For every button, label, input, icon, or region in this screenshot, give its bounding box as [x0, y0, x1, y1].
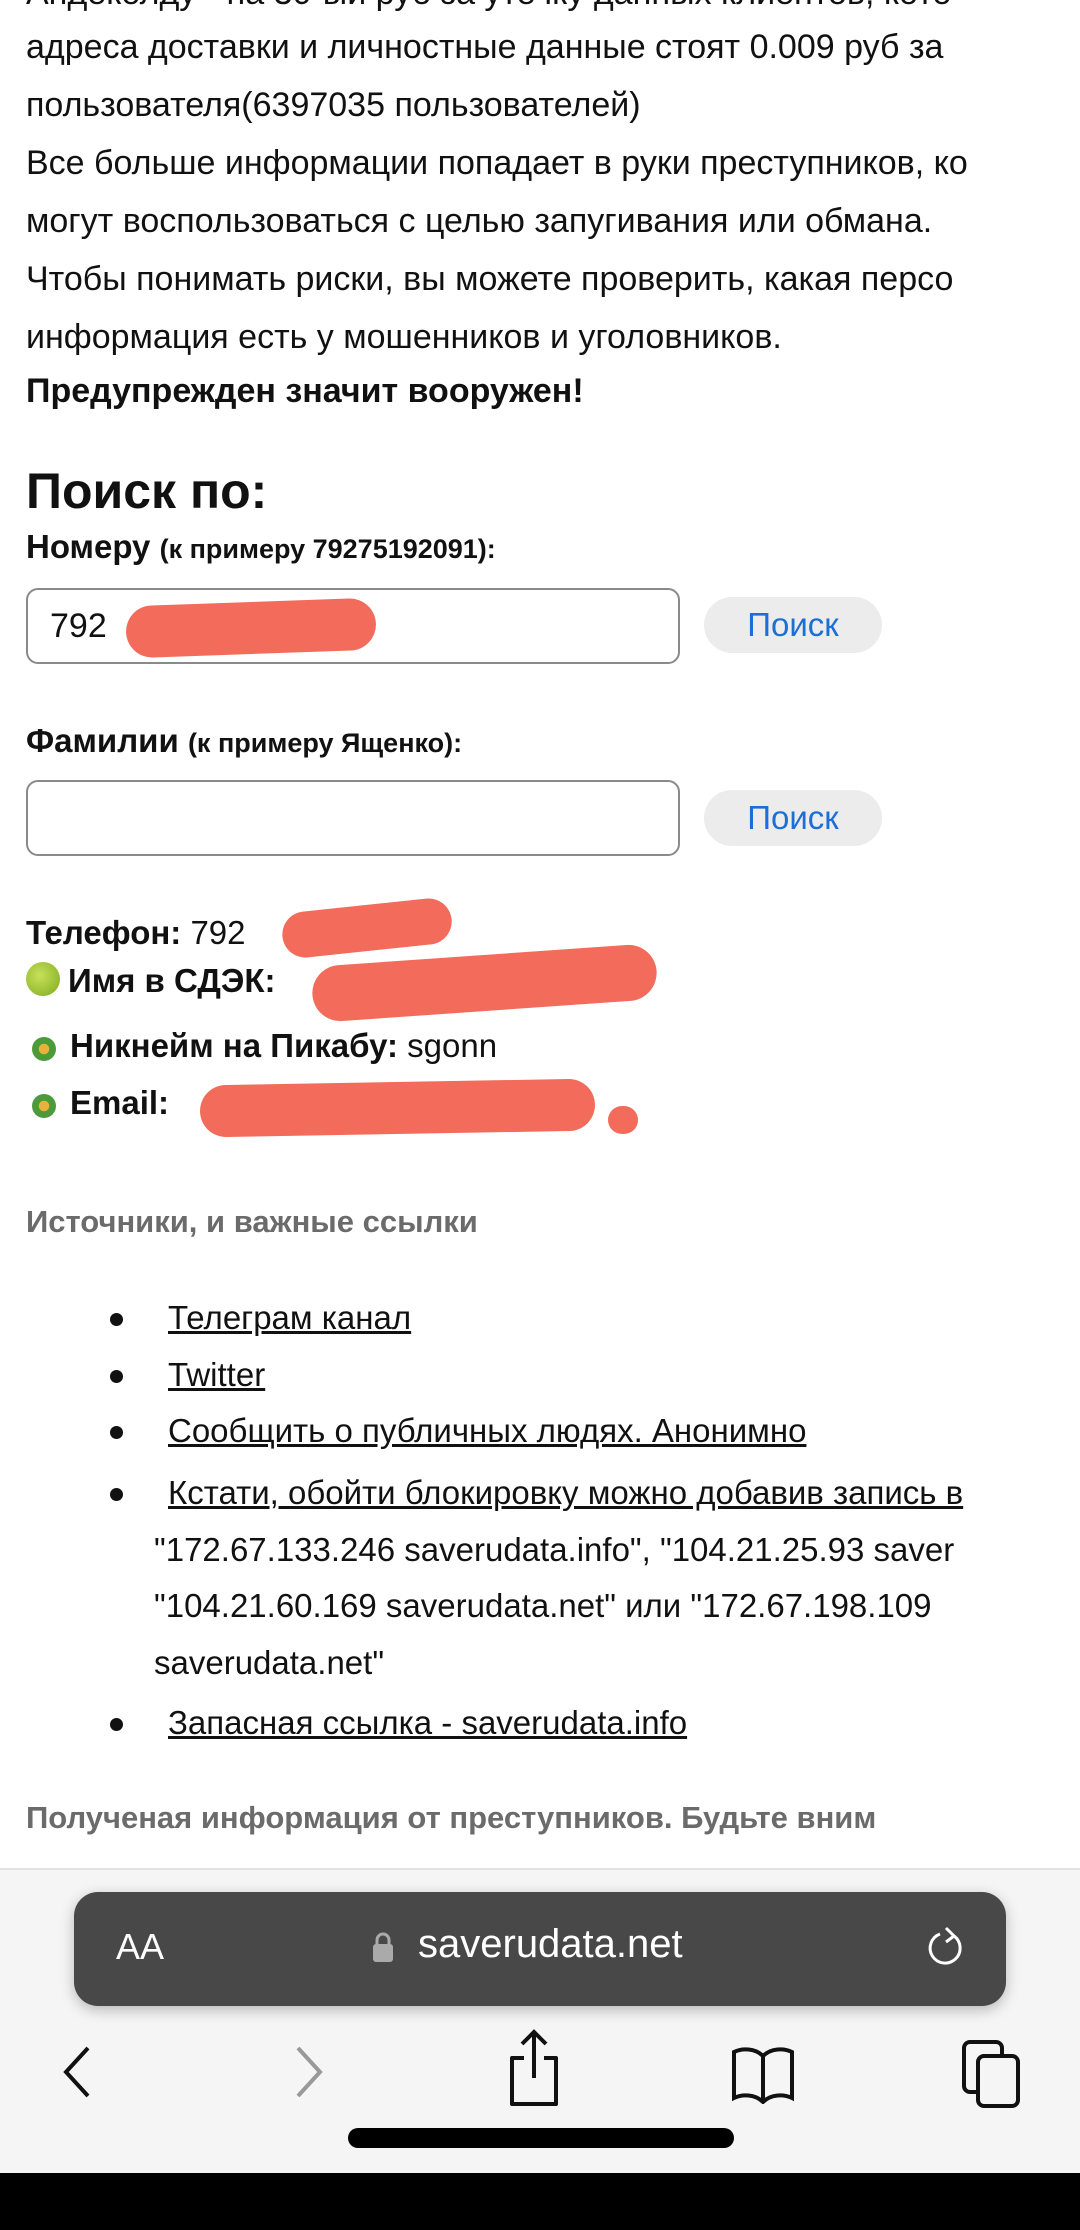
label: Email:: [70, 1084, 170, 1121]
redaction: [125, 597, 377, 659]
bullet: [110, 1370, 123, 1383]
pikabu-logo-icon: [32, 1094, 56, 1118]
text-size-label: AA: [116, 1926, 165, 1967]
lock-icon: [373, 1932, 393, 1962]
result-phone: Телефон: 792: [26, 914, 246, 952]
label: Фамилии: [26, 722, 179, 759]
home-indicator: [348, 2128, 734, 2148]
link-text[interactable]: Запасная ссылка - saverudata.info: [168, 1704, 687, 1741]
surname-search-button[interactable]: Поиск: [704, 790, 882, 846]
tabs-icon[interactable]: [960, 2038, 1024, 2110]
screen-bottom-edge: [0, 2173, 1080, 2230]
hosts-line: "104.21.60.169 saverudata.net" или "172.…: [154, 1587, 932, 1624]
bullet: [110, 1488, 123, 1501]
hosts-line: saverudata.net": [154, 1644, 385, 1681]
redaction: [280, 896, 454, 960]
value: sgonn: [407, 1027, 498, 1064]
surname-search-label: Фамилии (к примеру Ященко):: [26, 722, 462, 760]
link-text[interactable]: Twitter: [168, 1356, 265, 1393]
intro-line: Андеколду - на 30-ый руб за утечку данны…: [26, 0, 951, 13]
bullet: [110, 1718, 123, 1731]
back-icon[interactable]: [58, 2042, 98, 2102]
link-report[interactable]: Сообщить о публичных людях. Анонимно: [168, 1412, 806, 1450]
address-bar[interactable]: AA saverudata.net: [74, 1892, 1006, 2006]
pikabu-logo-icon: [32, 1037, 56, 1061]
cdek-logo-icon: [26, 962, 60, 996]
bullet: [110, 1426, 123, 1439]
label: Никнейм на Пикабу:: [70, 1027, 398, 1064]
intro-line: информация есть у мошенников и уголовник…: [26, 318, 782, 356]
redaction: [608, 1106, 638, 1134]
value: 792: [190, 914, 246, 951]
result-cdek: Имя в СДЭК:: [26, 962, 276, 1000]
intro-line: Чтобы понимать риски, вы можете проверит…: [26, 260, 954, 298]
link-twitter[interactable]: Twitter: [168, 1356, 265, 1394]
search-title: Поиск по:: [26, 463, 268, 519]
label: Номеру: [26, 528, 151, 565]
phone-search-button[interactable]: Поиск: [704, 597, 882, 653]
forward-icon[interactable]: [288, 2042, 328, 2102]
url-text: saverudata.net: [418, 1922, 683, 1966]
link-text[interactable]: Телеграм канал: [168, 1299, 411, 1336]
sources-title: Источники, и важные ссылки: [26, 1204, 478, 1239]
hint: (к примеру Ященко):: [187, 728, 463, 758]
result-email: Email:: [26, 1084, 169, 1122]
footer-heading: Полученая информация от преступников. Бу…: [26, 1800, 877, 1835]
bookmarks-icon[interactable]: [730, 2044, 796, 2104]
link-backup[interactable]: Запасная ссылка - saverudata.info: [168, 1704, 687, 1742]
hint: (к примеру 79275192091):: [159, 534, 496, 564]
reload-icon[interactable]: [924, 1924, 968, 1974]
link-text[interactable]: Кстати, обойти блокировку можно добавив …: [168, 1474, 963, 1511]
link-bypass[interactable]: Кстати, обойти блокировку можно добавив …: [168, 1474, 963, 1512]
result-pikabu: Никнейм на Пикабу: sgonn: [26, 1027, 497, 1065]
redaction: [199, 1078, 596, 1138]
hosts-line: "172.67.133.246 saverudata.info", "104.2…: [154, 1531, 955, 1568]
intro-line: адреса доставки и личностные данные стоя…: [26, 28, 944, 66]
link-telegram[interactable]: Телеграм канал: [168, 1299, 411, 1337]
input-value: 792: [50, 607, 107, 645]
link-text[interactable]: Сообщить о публичных людях. Анонимно: [168, 1412, 806, 1449]
label: Телефон:: [26, 914, 182, 951]
intro-line: пользователя(6397035 пользователей): [26, 86, 641, 124]
intro-line: могут воспользоваться с целью запугивани…: [26, 202, 933, 240]
surname-search-input[interactable]: [26, 780, 680, 856]
intro-line: Все больше информации попадает в руки пр…: [26, 144, 968, 182]
share-icon[interactable]: [506, 2028, 562, 2108]
label: Имя в СДЭК:: [68, 962, 276, 999]
phone-search-label: Номеру (к примеру 79275192091):: [26, 528, 496, 566]
text-size-button[interactable]: AA: [116, 1926, 164, 1968]
redaction: [310, 943, 659, 1023]
bullet: [110, 1313, 123, 1326]
warning-text: Предупрежден значит вооружен!: [26, 372, 584, 410]
